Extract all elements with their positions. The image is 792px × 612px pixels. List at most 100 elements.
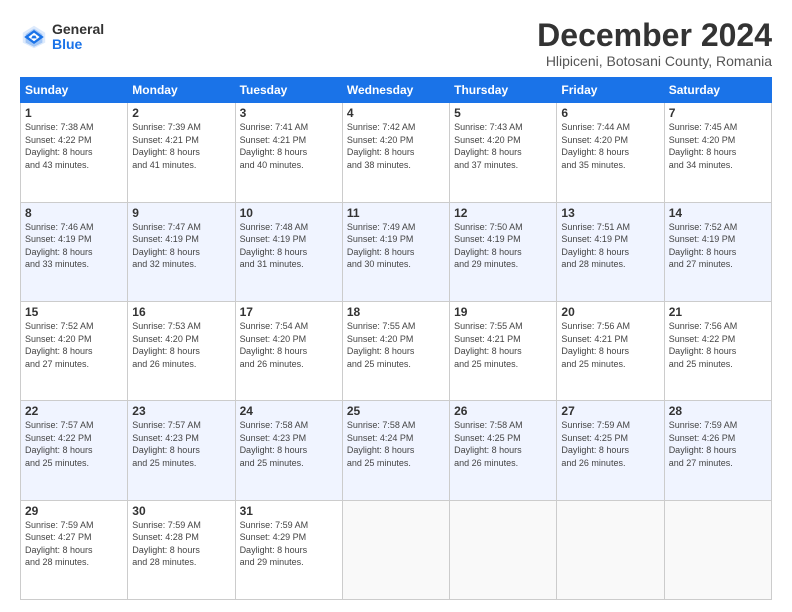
calendar: Sunday Monday Tuesday Wednesday Thursday… <box>20 77 772 600</box>
table-row: 16Sunrise: 7:53 AM Sunset: 4:20 PM Dayli… <box>128 301 235 400</box>
calendar-week-row: 29Sunrise: 7:59 AM Sunset: 4:27 PM Dayli… <box>21 500 772 599</box>
day-info: Sunrise: 7:45 AM Sunset: 4:20 PM Dayligh… <box>669 121 767 171</box>
day-number: 17 <box>240 305 338 319</box>
day-info: Sunrise: 7:59 AM Sunset: 4:29 PM Dayligh… <box>240 519 338 569</box>
table-row: 30Sunrise: 7:59 AM Sunset: 4:28 PM Dayli… <box>128 500 235 599</box>
table-row: 27Sunrise: 7:59 AM Sunset: 4:25 PM Dayli… <box>557 401 664 500</box>
header: General Blue December 2024 Hlipiceni, Bo… <box>20 18 772 69</box>
day-number: 5 <box>454 106 552 120</box>
day-number: 3 <box>240 106 338 120</box>
col-saturday: Saturday <box>664 78 771 103</box>
table-row: 9Sunrise: 7:47 AM Sunset: 4:19 PM Daylig… <box>128 202 235 301</box>
day-info: Sunrise: 7:41 AM Sunset: 4:21 PM Dayligh… <box>240 121 338 171</box>
day-number: 12 <box>454 206 552 220</box>
day-info: Sunrise: 7:38 AM Sunset: 4:22 PM Dayligh… <box>25 121 123 171</box>
subtitle: Hlipiceni, Botosani County, Romania <box>537 53 772 69</box>
day-info: Sunrise: 7:48 AM Sunset: 4:19 PM Dayligh… <box>240 221 338 271</box>
col-tuesday: Tuesday <box>235 78 342 103</box>
table-row: 12Sunrise: 7:50 AM Sunset: 4:19 PM Dayli… <box>450 202 557 301</box>
table-row: 21Sunrise: 7:56 AM Sunset: 4:22 PM Dayli… <box>664 301 771 400</box>
day-info: Sunrise: 7:50 AM Sunset: 4:19 PM Dayligh… <box>454 221 552 271</box>
day-number: 27 <box>561 404 659 418</box>
day-number: 25 <box>347 404 445 418</box>
day-info: Sunrise: 7:55 AM Sunset: 4:20 PM Dayligh… <box>347 320 445 370</box>
day-info: Sunrise: 7:58 AM Sunset: 4:23 PM Dayligh… <box>240 419 338 469</box>
day-info: Sunrise: 7:52 AM Sunset: 4:19 PM Dayligh… <box>669 221 767 271</box>
table-row <box>557 500 664 599</box>
day-number: 21 <box>669 305 767 319</box>
day-number: 16 <box>132 305 230 319</box>
day-info: Sunrise: 7:51 AM Sunset: 4:19 PM Dayligh… <box>561 221 659 271</box>
page: General Blue December 2024 Hlipiceni, Bo… <box>0 0 792 612</box>
day-info: Sunrise: 7:57 AM Sunset: 4:22 PM Dayligh… <box>25 419 123 469</box>
day-number: 28 <box>669 404 767 418</box>
day-number: 13 <box>561 206 659 220</box>
table-row: 3Sunrise: 7:41 AM Sunset: 4:21 PM Daylig… <box>235 103 342 202</box>
table-row: 10Sunrise: 7:48 AM Sunset: 4:19 PM Dayli… <box>235 202 342 301</box>
logo-general-text: General <box>52 22 104 37</box>
day-info: Sunrise: 7:58 AM Sunset: 4:25 PM Dayligh… <box>454 419 552 469</box>
day-number: 7 <box>669 106 767 120</box>
table-row: 13Sunrise: 7:51 AM Sunset: 4:19 PM Dayli… <box>557 202 664 301</box>
col-wednesday: Wednesday <box>342 78 449 103</box>
table-row: 23Sunrise: 7:57 AM Sunset: 4:23 PM Dayli… <box>128 401 235 500</box>
logo-icon <box>20 23 48 51</box>
day-number: 2 <box>132 106 230 120</box>
day-number: 14 <box>669 206 767 220</box>
table-row <box>342 500 449 599</box>
table-row: 8Sunrise: 7:46 AM Sunset: 4:19 PM Daylig… <box>21 202 128 301</box>
title-block: December 2024 Hlipiceni, Botosani County… <box>537 18 772 69</box>
day-number: 20 <box>561 305 659 319</box>
table-row: 28Sunrise: 7:59 AM Sunset: 4:26 PM Dayli… <box>664 401 771 500</box>
table-row: 17Sunrise: 7:54 AM Sunset: 4:20 PM Dayli… <box>235 301 342 400</box>
table-row: 25Sunrise: 7:58 AM Sunset: 4:24 PM Dayli… <box>342 401 449 500</box>
day-number: 10 <box>240 206 338 220</box>
day-number: 9 <box>132 206 230 220</box>
day-info: Sunrise: 7:42 AM Sunset: 4:20 PM Dayligh… <box>347 121 445 171</box>
day-info: Sunrise: 7:49 AM Sunset: 4:19 PM Dayligh… <box>347 221 445 271</box>
table-row: 7Sunrise: 7:45 AM Sunset: 4:20 PM Daylig… <box>664 103 771 202</box>
day-number: 15 <box>25 305 123 319</box>
table-row: 5Sunrise: 7:43 AM Sunset: 4:20 PM Daylig… <box>450 103 557 202</box>
day-info: Sunrise: 7:59 AM Sunset: 4:25 PM Dayligh… <box>561 419 659 469</box>
day-info: Sunrise: 7:55 AM Sunset: 4:21 PM Dayligh… <box>454 320 552 370</box>
table-row: 31Sunrise: 7:59 AM Sunset: 4:29 PM Dayli… <box>235 500 342 599</box>
col-sunday: Sunday <box>21 78 128 103</box>
table-row: 20Sunrise: 7:56 AM Sunset: 4:21 PM Dayli… <box>557 301 664 400</box>
day-number: 4 <box>347 106 445 120</box>
day-info: Sunrise: 7:44 AM Sunset: 4:20 PM Dayligh… <box>561 121 659 171</box>
day-number: 19 <box>454 305 552 319</box>
table-row <box>450 500 557 599</box>
calendar-week-row: 22Sunrise: 7:57 AM Sunset: 4:22 PM Dayli… <box>21 401 772 500</box>
day-info: Sunrise: 7:59 AM Sunset: 4:27 PM Dayligh… <box>25 519 123 569</box>
day-number: 31 <box>240 504 338 518</box>
col-friday: Friday <box>557 78 664 103</box>
table-row: 18Sunrise: 7:55 AM Sunset: 4:20 PM Dayli… <box>342 301 449 400</box>
table-row: 1Sunrise: 7:38 AM Sunset: 4:22 PM Daylig… <box>21 103 128 202</box>
table-row: 24Sunrise: 7:58 AM Sunset: 4:23 PM Dayli… <box>235 401 342 500</box>
calendar-week-row: 15Sunrise: 7:52 AM Sunset: 4:20 PM Dayli… <box>21 301 772 400</box>
calendar-week-row: 1Sunrise: 7:38 AM Sunset: 4:22 PM Daylig… <box>21 103 772 202</box>
day-number: 26 <box>454 404 552 418</box>
table-row: 6Sunrise: 7:44 AM Sunset: 4:20 PM Daylig… <box>557 103 664 202</box>
day-info: Sunrise: 7:59 AM Sunset: 4:26 PM Dayligh… <box>669 419 767 469</box>
logo-blue-text: Blue <box>52 37 104 52</box>
col-monday: Monday <box>128 78 235 103</box>
table-row: 26Sunrise: 7:58 AM Sunset: 4:25 PM Dayli… <box>450 401 557 500</box>
day-info: Sunrise: 7:39 AM Sunset: 4:21 PM Dayligh… <box>132 121 230 171</box>
table-row: 22Sunrise: 7:57 AM Sunset: 4:22 PM Dayli… <box>21 401 128 500</box>
logo-text: General Blue <box>52 22 104 53</box>
day-number: 11 <box>347 206 445 220</box>
day-number: 1 <box>25 106 123 120</box>
table-row: 2Sunrise: 7:39 AM Sunset: 4:21 PM Daylig… <box>128 103 235 202</box>
logo: General Blue <box>20 22 104 53</box>
calendar-header-row: Sunday Monday Tuesday Wednesday Thursday… <box>21 78 772 103</box>
day-info: Sunrise: 7:47 AM Sunset: 4:19 PM Dayligh… <box>132 221 230 271</box>
day-number: 24 <box>240 404 338 418</box>
col-thursday: Thursday <box>450 78 557 103</box>
table-row: 11Sunrise: 7:49 AM Sunset: 4:19 PM Dayli… <box>342 202 449 301</box>
day-number: 6 <box>561 106 659 120</box>
day-info: Sunrise: 7:43 AM Sunset: 4:20 PM Dayligh… <box>454 121 552 171</box>
day-number: 29 <box>25 504 123 518</box>
day-number: 18 <box>347 305 445 319</box>
